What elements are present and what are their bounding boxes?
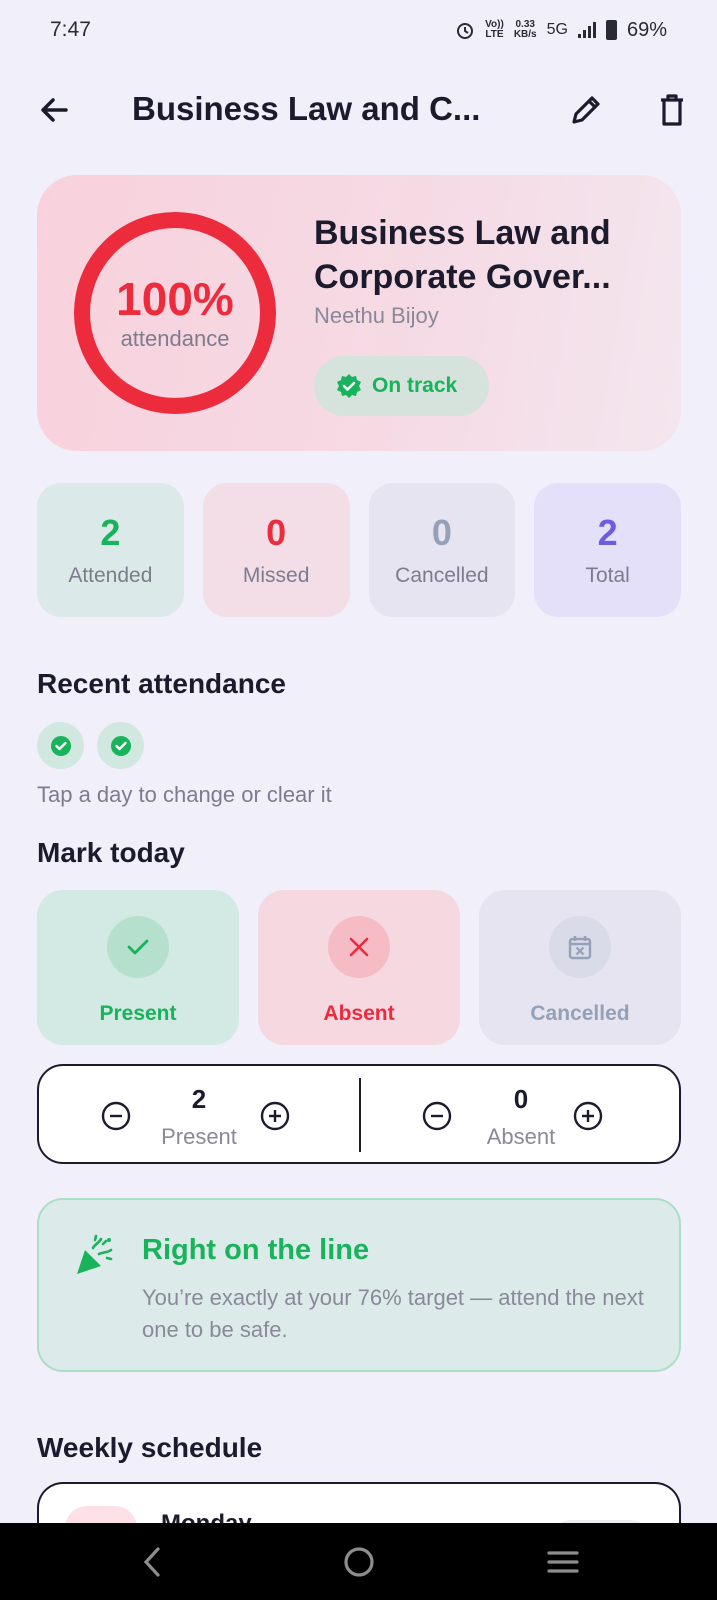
mark-present-label: Present	[99, 1002, 177, 1025]
pencil-icon[interactable]	[566, 90, 606, 130]
attendance-summary-card: 100% attendance Business Law and Corpora…	[37, 175, 681, 451]
nav-home-icon[interactable]	[342, 1545, 376, 1579]
attendance-ring-text: 100% attendance	[73, 211, 277, 415]
verified-check-icon	[337, 374, 361, 398]
lte-indicator: Vo)) LTE	[485, 19, 504, 40]
recent-day-1[interactable]	[37, 722, 84, 769]
system-nav-bar	[0, 1523, 717, 1600]
instructor-name: Neethu Bijoy	[314, 303, 439, 328]
present-count: 2	[191, 1084, 207, 1114]
absent-count: 0	[513, 1084, 529, 1114]
party-popper-icon	[77, 1234, 113, 1274]
insight-body: You’re exactly at your 76% target — atte…	[142, 1285, 644, 1342]
stats-row: 2 Attended 0 Missed 0 Cancelled 2 Total	[37, 483, 681, 617]
trash-icon[interactable]	[652, 90, 692, 130]
check-circle-icon	[110, 735, 131, 756]
status-bar: 7:47 Vo)) LTE 0.33 KB/s 5G 69%	[0, 0, 717, 60]
network-type: 5G	[546, 21, 568, 38]
recent-day-2[interactable]	[97, 722, 144, 769]
stat-attended: 2 Attended	[37, 483, 184, 617]
stat-missed: 0 Missed	[202, 483, 350, 617]
check-icon	[107, 916, 169, 978]
mark-present-button[interactable]: Present	[37, 890, 239, 1045]
increment-absent-icon[interactable]	[573, 1101, 603, 1131]
stat-cancelled: 0 Cancelled	[368, 483, 516, 617]
attendance-label: attendance	[120, 326, 230, 351]
battery-level: 69%	[626, 18, 667, 41]
absent-count-label: Absent	[486, 1124, 556, 1149]
app-bar: Business Law and C...	[0, 80, 717, 140]
mark-absent-label: Absent	[323, 1002, 395, 1025]
recent-attendance-heading: Recent attendance	[37, 668, 286, 699]
mark-cancelled-button[interactable]: Cancelled	[479, 890, 681, 1045]
alarm-icon	[457, 23, 474, 39]
attendance-percent: 100%	[116, 273, 234, 325]
recent-hint: Tap a day to change or clear it	[37, 782, 332, 807]
present-counter: 2 Present	[39, 1066, 359, 1162]
battery-icon	[605, 20, 617, 40]
network-speed: 0.33 KB/s	[513, 19, 537, 40]
arrow-left-icon[interactable]	[36, 92, 72, 128]
close-icon	[328, 916, 390, 978]
weekly-schedule-heading: Weekly schedule	[37, 1432, 263, 1463]
attendance-insight: Right on the line You’re exactly at your…	[37, 1198, 681, 1372]
mark-today-options: Present Absent Cancelled	[37, 890, 681, 1045]
stat-total: 2 Total	[534, 483, 681, 617]
mark-absent-button[interactable]: Absent	[258, 890, 460, 1045]
increment-present-icon[interactable]	[260, 1101, 290, 1131]
page-title: Business Law and C...	[132, 90, 481, 127]
absent-counter: 0 Absent	[361, 1066, 681, 1162]
status-icons: Vo)) LTE 0.33 KB/s 5G 69%	[455, 19, 667, 42]
mark-today-heading: Mark today	[37, 837, 185, 868]
present-count-label: Present	[161, 1124, 237, 1149]
status-badge: On track	[314, 356, 489, 416]
insight-title: Right on the line	[142, 1234, 370, 1266]
recent-days	[37, 722, 144, 769]
mark-cancelled-label: Cancelled	[530, 1002, 630, 1025]
signal-icon	[577, 22, 596, 38]
calendar-cancel-icon	[549, 916, 611, 978]
status-time: 7:47	[50, 18, 91, 41]
nav-back-icon[interactable]	[138, 1545, 168, 1579]
nav-recents-icon[interactable]	[546, 1545, 580, 1579]
check-circle-icon	[50, 735, 71, 756]
course-title: Business Law and Corporate Gover...	[314, 214, 611, 296]
attendance-counter: 2 Present 0 Absent	[37, 1064, 681, 1164]
